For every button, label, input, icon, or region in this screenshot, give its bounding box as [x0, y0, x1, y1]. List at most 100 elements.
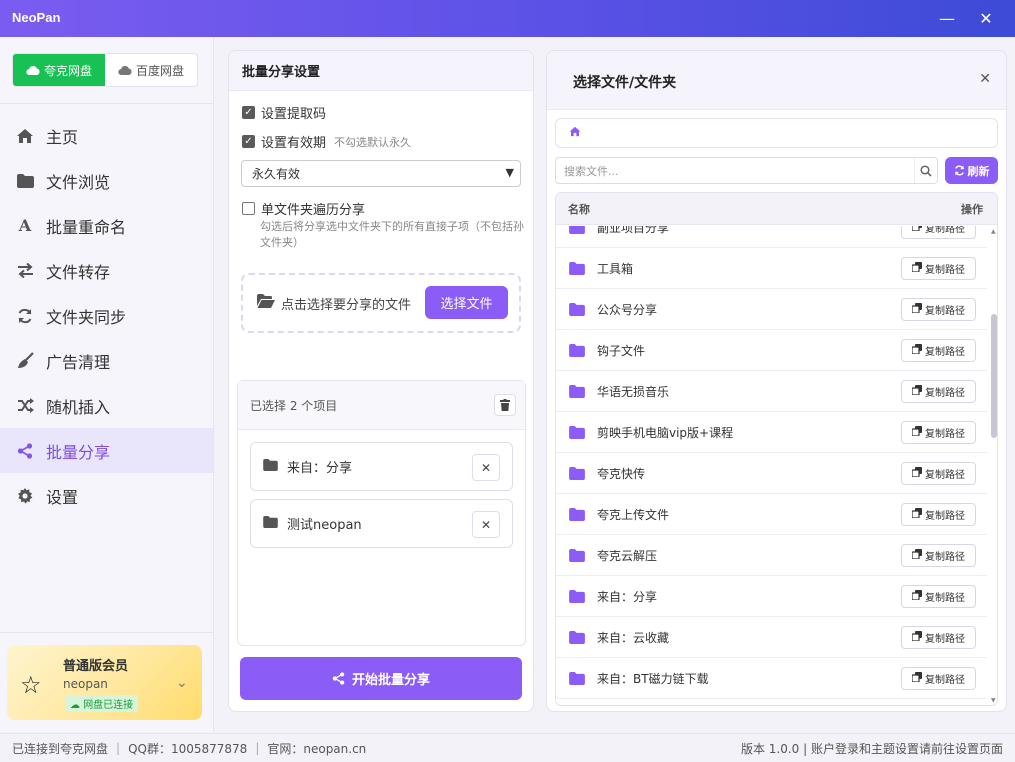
- sidebar-item-batch-share[interactable]: 批量分享: [0, 428, 213, 473]
- copy-path-button[interactable]: 复制路径: [901, 421, 976, 444]
- file-picker-dialog: 选择文件/文件夹 ✕ 搜索文件... 刷新 名称 操作 副业项目分享 复制路径 工具…: [546, 50, 1007, 712]
- copy-path-button[interactable]: 复制路径: [901, 503, 976, 526]
- copy-path-button[interactable]: 复制路径: [901, 380, 976, 403]
- start-batch-share-label: 开始批量分享: [351, 673, 430, 688]
- copy-path-button[interactable]: 复制路径: [901, 544, 976, 567]
- table-row[interactable]: 来自：云收藏 复制路径: [556, 617, 987, 658]
- table-row[interactable]: 夸克云解压 复制路径: [556, 535, 987, 576]
- folder-icon: [263, 458, 278, 475]
- sidebar-item-file-browse[interactable]: 文件浏览: [0, 158, 213, 203]
- cloud-icon: [26, 65, 40, 75]
- chevron-down-icon[interactable]: ⌄: [176, 675, 188, 691]
- status-separator: |: [255, 741, 260, 755]
- copy-path-button[interactable]: 复制路径: [901, 585, 976, 608]
- sidebar-item-home[interactable]: 主页: [0, 113, 213, 158]
- table-row[interactable]: 夸克上传文件 复制路径: [556, 494, 987, 535]
- copy-path-button[interactable]: 复制路径: [901, 339, 976, 362]
- minimize-button[interactable]: —: [934, 6, 960, 30]
- folder-icon: [568, 546, 586, 564]
- home-icon[interactable]: [569, 126, 581, 141]
- remove-item-button[interactable]: ✕: [472, 454, 500, 481]
- copy-path-label: 复制路径: [925, 470, 965, 481]
- folder-open-icon: [257, 294, 275, 312]
- table-row[interactable]: 副业项目分享 复制路径: [556, 226, 987, 248]
- single-folder-checkbox[interactable]: [242, 202, 255, 215]
- member-card[interactable]: ☆ 普通版会员 neopan ☁ 网盘已连接 ⌄: [7, 645, 202, 720]
- single-folder-option[interactable]: 单文件夹遍历分享: [242, 199, 365, 218]
- folder-name: 来自：云收藏: [597, 630, 670, 645]
- folder-icon: [568, 300, 586, 318]
- extract-code-label: 设置提取码: [261, 107, 327, 122]
- sync-icon: [16, 307, 34, 325]
- folder-icon: [568, 341, 586, 359]
- copy-path-button[interactable]: 复制路径: [901, 298, 976, 321]
- copy-path-button[interactable]: 复制路径: [901, 667, 976, 690]
- table-row[interactable]: 剪映手机电脑vip版+课程 复制路径: [556, 412, 987, 453]
- refresh-button[interactable]: 刷新: [945, 157, 998, 184]
- remove-item-button[interactable]: ✕: [472, 511, 500, 538]
- search-input[interactable]: 搜索文件...: [555, 157, 938, 184]
- folder-name: 副业项目分享: [597, 226, 670, 235]
- copy-path-label: 复制路径: [925, 634, 965, 645]
- member-username: neopan: [63, 677, 108, 691]
- table-row[interactable]: 钩子文件 复制路径: [556, 330, 987, 371]
- folder-icon: [16, 172, 34, 190]
- expiry-select[interactable]: 永久有效 ▼: [241, 160, 521, 187]
- font-icon: A: [18, 216, 32, 235]
- scrollbar-thumb[interactable]: [991, 314, 997, 438]
- drop-zone-text: 点击选择要分享的文件: [281, 297, 412, 313]
- folder-name: 华语无损音乐: [597, 384, 670, 399]
- tab-quark-drive[interactable]: 夸克网盘: [13, 54, 105, 86]
- extract-code-checkbox[interactable]: ✓: [242, 106, 255, 119]
- table-row[interactable]: 公众号分享 复制路径: [556, 289, 987, 330]
- scrollbar[interactable]: ▲ ▼: [989, 226, 997, 705]
- expiry-checkbox[interactable]: ✓: [242, 135, 255, 148]
- copy-icon: [911, 385, 922, 398]
- sidebar-item-batch-rename[interactable]: A 批量重命名: [0, 203, 213, 248]
- select-file-button[interactable]: 选择文件: [425, 286, 508, 319]
- expiry-select-value: 永久有效: [252, 167, 301, 181]
- sidebar-item-folder-sync[interactable]: 文件夹同步: [0, 293, 213, 338]
- close-icon[interactable]: ✕: [979, 71, 991, 87]
- copy-icon: [911, 467, 922, 480]
- table-row[interactable]: 夸克快传 复制路径: [556, 453, 987, 494]
- copy-path-label: 复制路径: [925, 429, 965, 440]
- sidebar-item-label: 文件转存: [46, 262, 111, 282]
- star-icon: ☆: [20, 671, 42, 699]
- table-row[interactable]: 工具箱 复制路径: [556, 248, 987, 289]
- copy-path-button[interactable]: 复制路径: [901, 626, 976, 649]
- sidebar-item-random-insert[interactable]: 随机插入: [0, 383, 213, 428]
- search-icon[interactable]: [914, 158, 937, 183]
- trash-icon[interactable]: [494, 394, 516, 416]
- table-body: 副业项目分享 复制路径 工具箱 复制路径 公众号分享 复制路径 钩子文件 复制路径 华语无损音乐…: [556, 226, 987, 705]
- table-row[interactable]: 来自：分享 复制路径: [556, 576, 987, 617]
- folder-name: 工具箱: [597, 261, 634, 276]
- app-title: NeoPan: [12, 10, 61, 25]
- folder-name: 钩子文件: [597, 343, 646, 358]
- copy-path-button[interactable]: 复制路径: [901, 462, 976, 485]
- table-row[interactable]: 华语无损音乐 复制路径: [556, 371, 987, 412]
- table-header: 名称 操作: [556, 193, 997, 225]
- selected-item-name: 测试neopan: [287, 518, 362, 533]
- copy-path-button[interactable]: 复制路径: [901, 226, 976, 239]
- folder-icon: [568, 423, 586, 441]
- start-batch-share-button[interactable]: 开始批量分享: [240, 657, 522, 700]
- tab-baidu-drive[interactable]: 百度网盘: [105, 54, 197, 86]
- file-drop-zone[interactable]: 点击选择要分享的文件 选择文件: [241, 273, 521, 333]
- table-row[interactable]: 来自：BT磁力链下载 复制路径: [556, 658, 987, 699]
- sidebar-divider: [0, 632, 213, 633]
- gear-icon: [16, 487, 34, 505]
- copy-path-button[interactable]: 复制路径: [901, 257, 976, 280]
- sidebar-item-transfer[interactable]: 文件转存: [0, 248, 213, 293]
- extract-code-option[interactable]: ✓ 设置提取码: [242, 103, 326, 122]
- close-window-button[interactable]: ✕: [973, 6, 999, 30]
- copy-icon: [911, 426, 922, 439]
- connection-status: 已连接到夸克网盘: [12, 741, 109, 756]
- scroll-down-arrow[interactable]: ▼: [991, 697, 996, 704]
- folder-name: 夸克上传文件: [597, 507, 670, 522]
- sidebar-item-settings[interactable]: 设置: [0, 473, 213, 518]
- home-icon: [16, 127, 34, 145]
- expiry-option[interactable]: ✓ 设置有效期 不勾选默认永久: [242, 132, 411, 151]
- scroll-up-arrow[interactable]: ▲: [991, 228, 996, 235]
- sidebar-item-ad-clean[interactable]: 广告清理: [0, 338, 213, 383]
